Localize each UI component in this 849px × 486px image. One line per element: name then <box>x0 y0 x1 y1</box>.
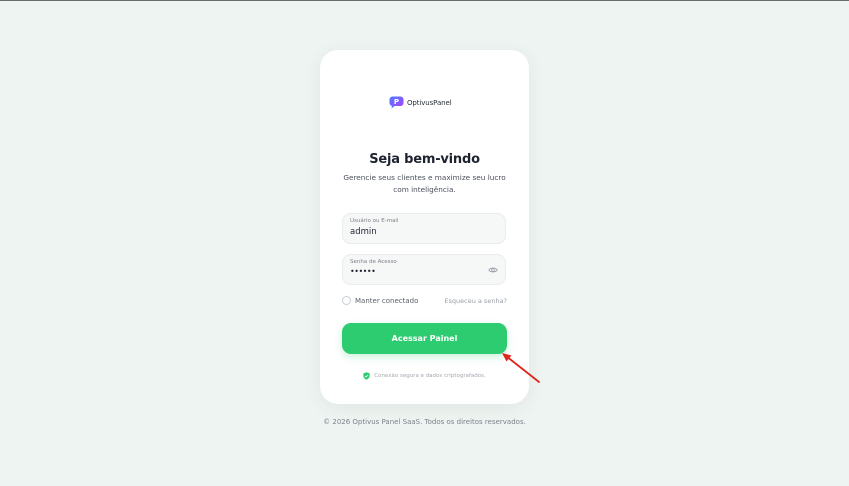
password-field[interactable]: Senha de Acesso •••••• <box>342 254 506 285</box>
svg-text:P: P <box>394 98 399 106</box>
password-label: Senha de Acesso <box>350 259 397 265</box>
forgot-password-link[interactable]: Esqueceu a senha? <box>444 297 507 305</box>
login-button[interactable]: Acessar Painel <box>342 323 507 354</box>
shield-icon <box>363 372 370 380</box>
red-arrow-icon <box>502 353 540 383</box>
remember-label: Manter conectado <box>355 296 419 305</box>
brand-logo: P OptivusPanel <box>389 96 452 109</box>
eye-icon[interactable] <box>488 265 498 275</box>
remember-me[interactable]: Manter conectado <box>342 296 418 305</box>
username-field[interactable]: Usuário ou E-mail admin <box>342 213 506 244</box>
footer-copyright: © 2026 Optivus Panel SaaS. Todos os dire… <box>323 418 526 426</box>
brand-name: OptivusPanel <box>407 98 452 107</box>
page-subtitle: Gerencie seus clientes e maximize seu lu… <box>343 173 506 194</box>
password-value[interactable]: •••••• <box>350 267 376 276</box>
username-value[interactable]: admin <box>350 227 377 237</box>
page-title: Seja bem-vindo <box>369 152 480 167</box>
chat-bubble-icon: P <box>389 96 404 109</box>
username-label: Usuário ou E-mail <box>350 218 399 224</box>
secure-text: Conexão segura e dados criptografados. <box>374 373 486 379</box>
remember-checkbox[interactable] <box>342 296 351 305</box>
